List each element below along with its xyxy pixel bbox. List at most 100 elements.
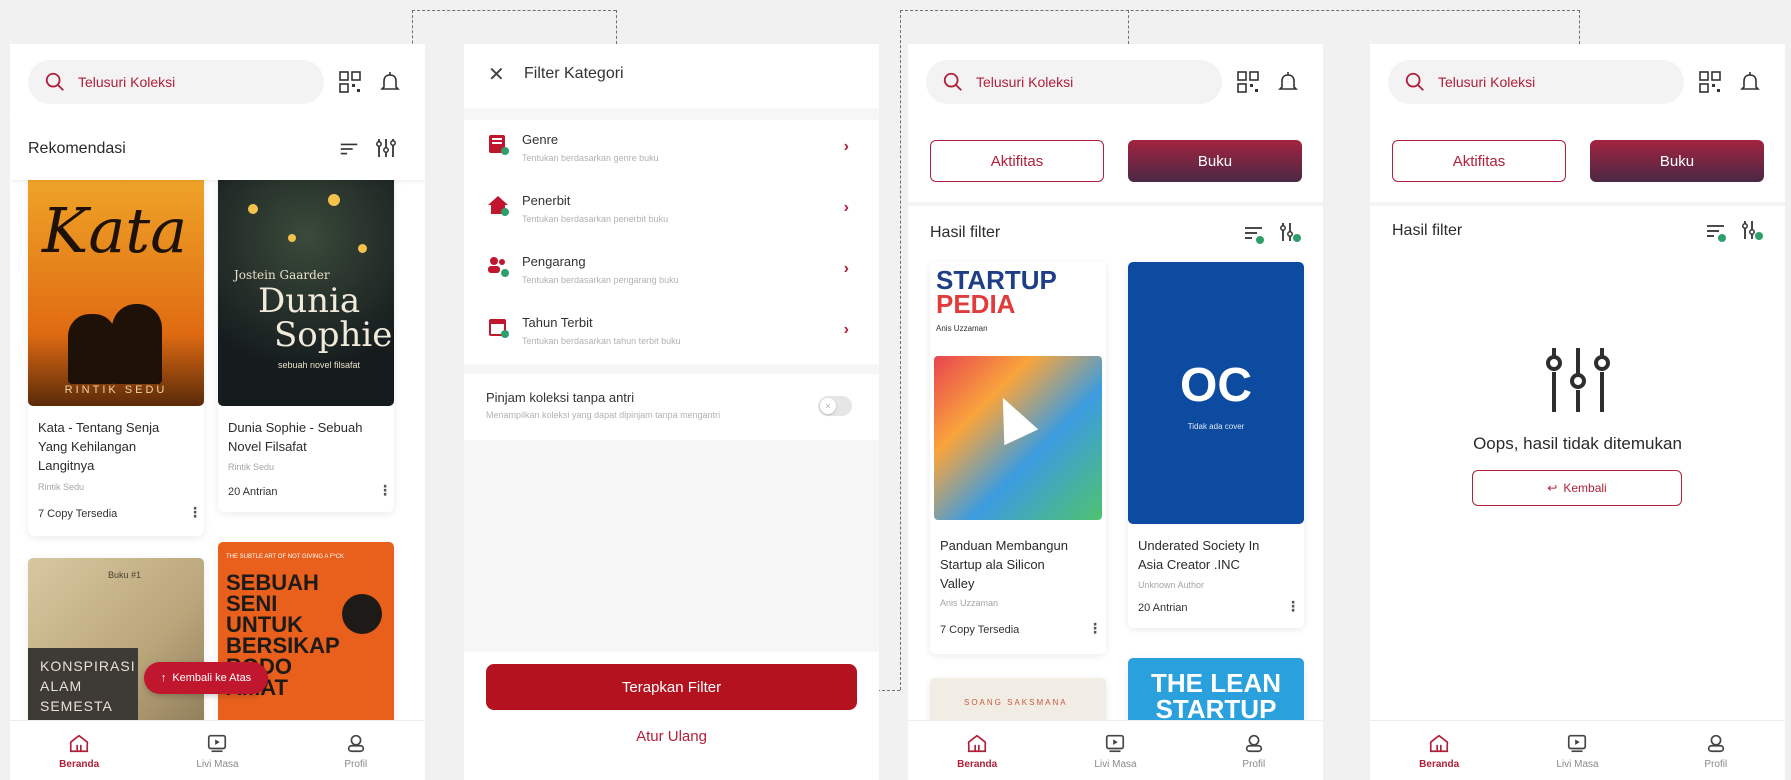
qr-icon[interactable] [1236, 70, 1260, 94]
filter-active-icon[interactable] [1278, 220, 1302, 244]
filter-title: Filter Kategori [524, 65, 624, 82]
category-row-year[interactable]: Tahun Terbit Tentukan berdasarkan tahun … [464, 303, 879, 363]
cover-title: THE LEAN STARTUP [1151, 668, 1281, 724]
book-card[interactable]: Kata RINTIK SEDU Kata - Tentang Senja Yan… [28, 164, 204, 536]
filter-sliders-icon[interactable] [374, 136, 398, 160]
book-card[interactable]: Jostein Gaarder Dunia Sophie sebuah novel… [218, 164, 394, 512]
more-icon[interactable]: ⋮ [1088, 620, 1102, 637]
nav-item-media[interactable]: Livi Masa [1508, 721, 1646, 780]
search-bar[interactable]: Telusuri Koleksi [1388, 60, 1684, 104]
home-icon [968, 734, 987, 752]
flow-connector [900, 10, 1580, 11]
bottom-nav: Beranda Livi Masa Profil [908, 720, 1323, 780]
nav-item-media[interactable]: Livi Masa [148, 721, 286, 780]
availability-text: 7 Copy Tersedia [940, 624, 1020, 636]
bell-icon[interactable] [378, 70, 402, 94]
flow-connector [412, 10, 616, 11]
more-icon[interactable]: ⋮ [378, 482, 392, 499]
nav-item-profile[interactable]: Profil [1185, 721, 1323, 780]
back-button[interactable]: ↩ Kembali [1472, 470, 1682, 506]
sort-active-icon[interactable] [1704, 220, 1728, 244]
qr-icon[interactable] [1698, 70, 1722, 94]
no-queue-toggle[interactable]: × [818, 396, 852, 416]
bottom-nav: Beranda Livi Masa Profil [1370, 720, 1785, 780]
apply-filter-button[interactable]: Terapkan Filter [486, 664, 857, 710]
book-title: Dunia Sophie - Sebuah Novel Filsafat [228, 420, 363, 454]
nav-item-home[interactable]: Beranda [1370, 721, 1508, 780]
book-card[interactable]: STARTUP PEDIA Anis Uzzaman Panduan Memban… [930, 262, 1106, 654]
genre-icon [489, 135, 509, 155]
nav-item-media[interactable]: Livi Masa [1046, 721, 1184, 780]
book-card[interactable]: OC Tidak ada cover Underated Society In A… [1128, 262, 1304, 628]
sort-icon[interactable] [338, 138, 360, 160]
publisher-icon [488, 196, 509, 216]
home-icon [70, 734, 89, 752]
book-cover: Kata RINTIK SEDU [28, 164, 204, 406]
cover-title: Kata [42, 194, 188, 267]
cover-title: Dunia Sophie [258, 281, 393, 355]
empty-filter-icon [1546, 348, 1610, 412]
bell-icon[interactable] [1276, 70, 1300, 94]
book-author: Unknown Author [1138, 580, 1205, 590]
more-icon[interactable]: ⋮ [1286, 598, 1300, 615]
lantern [248, 204, 258, 214]
close-icon[interactable]: ✕ [488, 62, 505, 87]
tab-activity[interactable]: Aktifitas [1392, 140, 1566, 182]
flow-connector [616, 10, 617, 44]
search-placeholder: Telusuri Koleksi [976, 74, 1074, 90]
reset-button[interactable]: Atur Ulang [464, 728, 879, 745]
media-icon [1568, 734, 1587, 752]
category-row-publisher[interactable]: Penerbit Tentukan berdasarkan penerbit b… [464, 181, 879, 241]
cover-illustration [934, 356, 1102, 520]
category-row-author[interactable]: Pengarang Tentukan berdasarkan pengarang… [464, 242, 879, 302]
cover-text: SOANG SAKSMANA [964, 698, 1068, 707]
book-title: Underated Society In Asia Creator .INC [1138, 538, 1260, 572]
search-bar[interactable]: Telusuri Koleksi [28, 60, 324, 104]
cover-badge [342, 594, 382, 634]
lantern [328, 194, 340, 206]
media-icon [208, 734, 227, 752]
nav-item-profile[interactable]: Profil [1647, 721, 1785, 780]
book-card[interactable]: Buku #1 KONSPIRASI ALAM SEMESTA [28, 558, 204, 738]
tab-book[interactable]: Buku [1590, 140, 1764, 182]
media-icon [1106, 734, 1125, 752]
lantern [288, 234, 296, 242]
tab-activity[interactable]: Aktifitas [930, 140, 1104, 182]
category-row-genre[interactable]: Genre Tentukan berdasarkan genre buku › [464, 120, 879, 180]
search-placeholder: Telusuri Koleksi [1438, 74, 1536, 90]
section-title: Hasil filter [930, 224, 1001, 241]
cover-author: Anis Uzzaman [936, 324, 988, 333]
filter-category-screen: ✕ Filter Kategori Genre Tentukan berdasa… [464, 44, 879, 780]
silhouette [112, 304, 162, 384]
queue-text: 20 Antrian [228, 486, 278, 498]
search-bar[interactable]: Telusuri Koleksi [926, 60, 1222, 104]
nav-item-profile[interactable]: Profil [287, 721, 425, 780]
flow-connector [1579, 10, 1580, 44]
cover-subtitle: sebuah novel filsafat [278, 360, 361, 370]
nav-item-home[interactable]: Beranda [10, 721, 148, 780]
qr-icon[interactable] [338, 70, 362, 94]
calendar-icon [489, 319, 509, 338]
cover-top-text: THE SUBTLE ART OF NOT GIVING A F*CK [226, 554, 345, 560]
bottom-nav: Beranda Livi Masa Profil [10, 720, 425, 780]
profile-icon [1707, 734, 1724, 752]
chevron-right-icon: › [843, 260, 849, 277]
back-to-top-button[interactable]: ↑ Kembali ke Atas [144, 662, 268, 694]
cover-small-text: Buku #1 [108, 570, 142, 580]
book-title: Kata - Tentang Senja Yang Kehilangan Langi… [38, 420, 160, 473]
tab-book[interactable]: Buku [1128, 140, 1302, 182]
book-card[interactable]: THE SUBTLE ART OF NOT GIVING A F*CK SEBU… [218, 542, 394, 738]
cursor-graphic [988, 398, 1044, 454]
silhouette [68, 314, 116, 384]
toggle-title: Pinjam koleksi tanpa antri [486, 390, 635, 405]
sort-active-icon[interactable] [1242, 222, 1266, 246]
book-author: Anis Uzzaman [940, 598, 999, 608]
category-list: Genre Tentukan berdasarkan genre buku › … [464, 120, 879, 364]
bell-icon[interactable] [1738, 70, 1762, 94]
search-icon [45, 72, 64, 91]
more-icon[interactable]: ⋮ [188, 504, 202, 521]
lantern [358, 244, 367, 253]
arrow-up-icon: ↑ [160, 672, 167, 684]
filter-active-icon[interactable] [1740, 218, 1764, 242]
nav-item-home[interactable]: Beranda [908, 721, 1046, 780]
